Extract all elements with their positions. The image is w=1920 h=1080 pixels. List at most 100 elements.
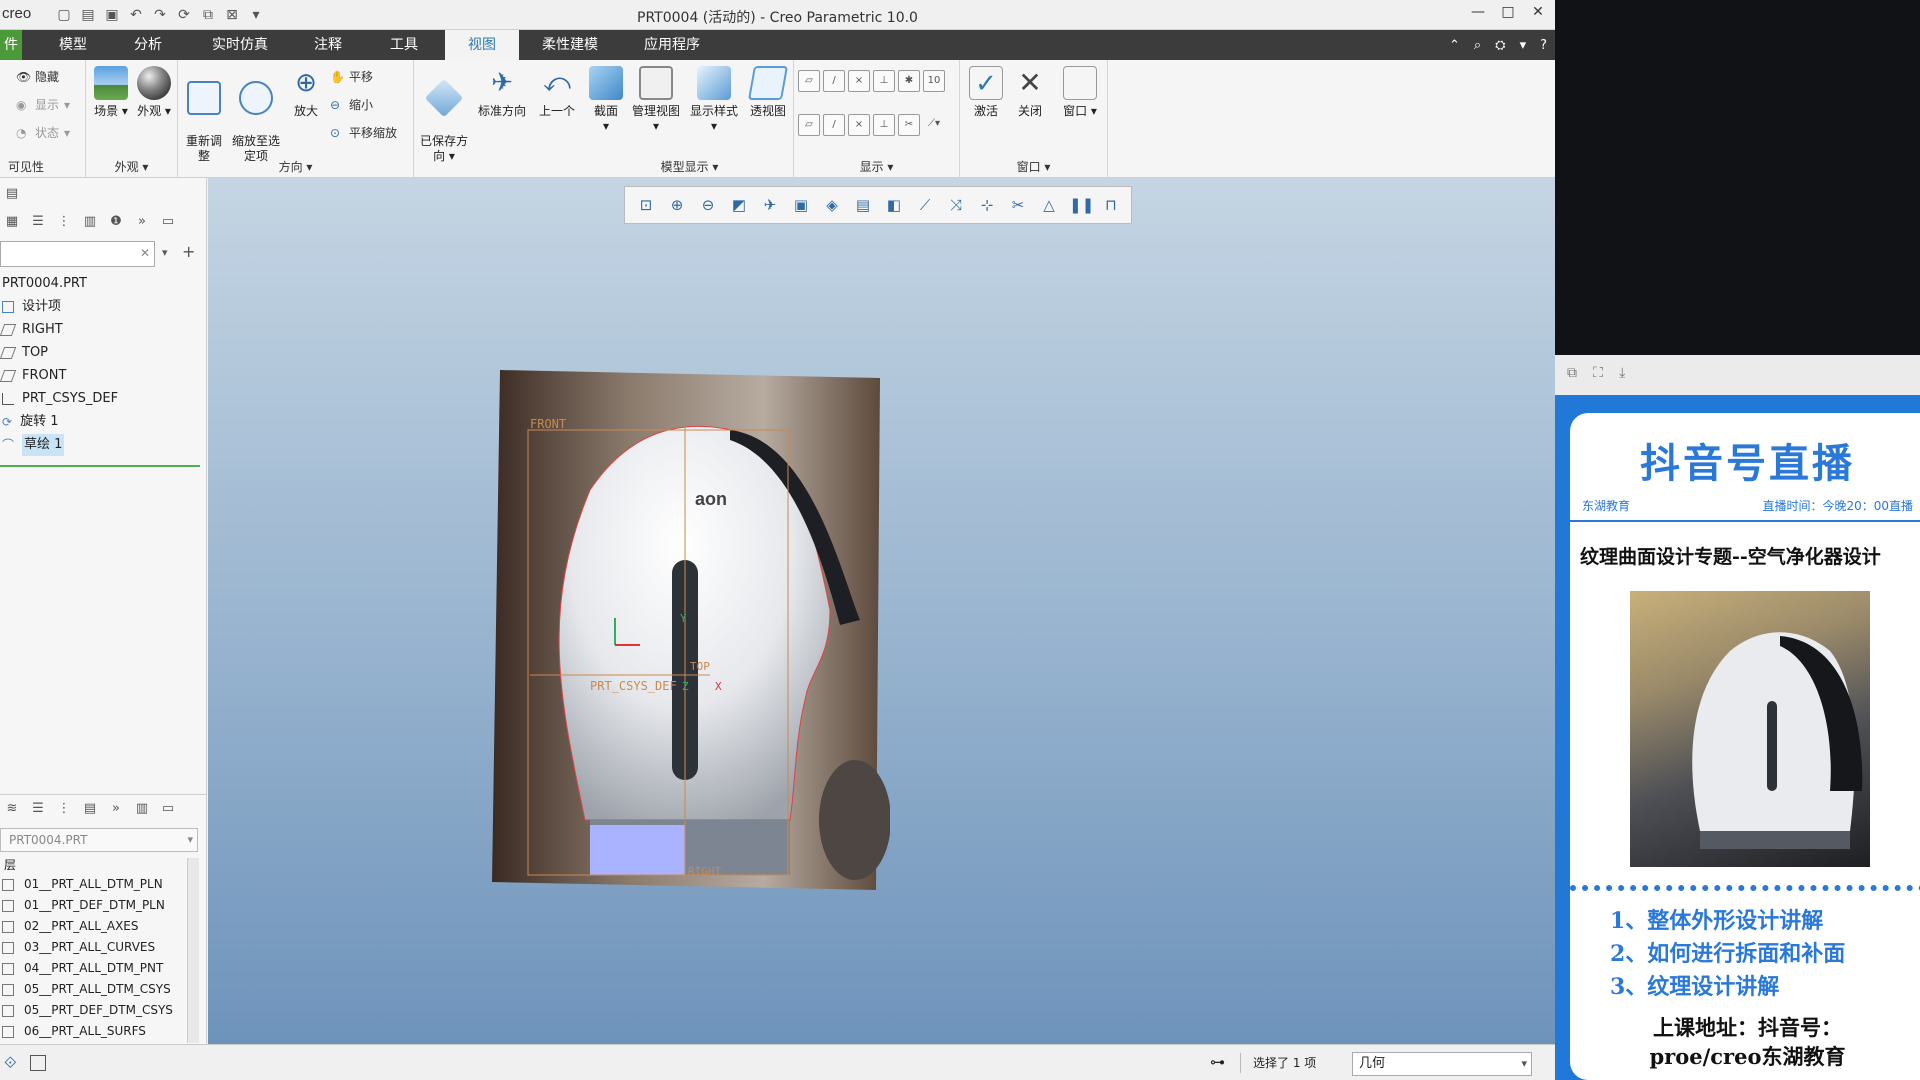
tab-annotate[interactable]: 注释 (300, 30, 356, 60)
layer-tab-icon[interactable]: ≋ (4, 801, 20, 817)
zoom-out-icon[interactable]: ⊖ (697, 194, 719, 216)
curve-display-icon[interactable]: ⟋▾ (923, 114, 945, 136)
show-button[interactable]: ◉ 显示 ▾ (16, 96, 70, 113)
close-window-button[interactable]: ✕ 关闭 (1010, 66, 1050, 119)
repaint-icon[interactable]: ◩ (728, 194, 750, 216)
tree-item-design-items[interactable]: 设计项 (0, 296, 61, 318)
orientation-indicator-icon[interactable]: ✂ (898, 114, 920, 136)
layer-item[interactable]: 02__PRT_ALL_AXES (0, 916, 139, 937)
layer-item[interactable]: 01__PRT_DEF_DTM_PLN (0, 895, 165, 916)
pan-button[interactable]: ✋ 平移 (330, 68, 373, 85)
undo-icon[interactable]: ↶ (127, 6, 145, 24)
more-icon[interactable]: » (108, 801, 124, 817)
tree-filter-icon[interactable]: ▥ (82, 214, 98, 230)
appearance-button[interactable]: 外观 ▾ (134, 66, 174, 119)
zoom-out-button[interactable]: ⊖ 缩小 (330, 96, 373, 113)
close-window-icon[interactable]: ⊠ (223, 6, 241, 24)
settings-icon[interactable]: ⛭ (1495, 38, 1505, 53)
search-icon[interactable]: ⌕ (1474, 38, 1481, 53)
csys-display-icon[interactable]: ⊥ (873, 70, 895, 92)
perspective-button[interactable]: 透视图 (744, 66, 792, 119)
zoom-in-button[interactable]: ⊕ 放大 (286, 66, 326, 119)
status-button[interactable]: ◔ 状态 ▾ (16, 124, 70, 141)
folder-icon[interactable]: ▤ (4, 186, 20, 202)
refit-icon[interactable]: ⊡ (635, 194, 657, 216)
new-file-icon[interactable]: ▢ (55, 6, 73, 24)
regenerate-icon[interactable]: ⟳ (175, 6, 193, 24)
spin-center-icon[interactable]: ✱ (898, 70, 920, 92)
axis-tag-icon[interactable]: / (823, 114, 845, 136)
point-tag-icon[interactable]: × (848, 114, 870, 136)
tab-tools[interactable]: 工具 (376, 30, 432, 60)
tab-flexible-modeling[interactable]: 柔性建模 (530, 30, 610, 60)
save-icon[interactable]: ▣ (103, 6, 121, 24)
point-display-icon[interactable]: × (848, 70, 870, 92)
refit-button[interactable]: 重新调 整 (182, 66, 226, 164)
layer-item[interactable]: 05__PRT_DEF_DTM_CSYS (0, 1000, 173, 1021)
axis-display-icon[interactable]: / (823, 70, 845, 92)
selection-filter-select[interactable]: 几何 (1352, 1052, 1532, 1076)
minimize-icon[interactable]: — (1471, 4, 1485, 20)
previous-orientation-button[interactable]: ⤺ 上一个 (532, 66, 582, 119)
tab-model[interactable]: 模型 (45, 30, 101, 60)
switch-window-icon[interactable]: ⧉ (199, 6, 217, 24)
tree-item-front[interactable]: FRONT (0, 365, 66, 387)
dropdown-icon[interactable]: ▾ (1520, 38, 1527, 53)
tree-item-right[interactable]: RIGHT (0, 319, 63, 341)
model-render[interactable]: FRONT PRT_CSYS_DEF TOP X Z Y RIGHT aon (490, 370, 890, 890)
tree-item-sketch[interactable]: ⌒ 草绘 1 (0, 434, 65, 456)
view-manager-icon[interactable]: ▤ (852, 194, 874, 216)
help-icon[interactable]: ? (1540, 38, 1547, 53)
plane-display-icon[interactable]: ▱ (798, 70, 820, 92)
zoom-to-selected-button[interactable]: 缩放至选 定项 (228, 66, 284, 164)
layer-show-icon[interactable]: ▤ (82, 801, 98, 817)
simulation-icon[interactable]: △ (1038, 194, 1060, 216)
datum-display-icon[interactable]: ⟋ (914, 194, 936, 216)
clear-search-icon[interactable]: ✕ (140, 246, 150, 260)
hide-button[interactable]: 👁 隐藏 (16, 68, 59, 85)
layer-item[interactable]: 01__PRT_ALL_DTM_PLN (0, 874, 163, 895)
window-dropdown-button[interactable]: 窗口 ▾ (1056, 66, 1104, 119)
standard-orientation-button[interactable]: ✈ 标准方向 (474, 66, 530, 119)
more-icon[interactable]: » (134, 214, 150, 230)
layer-model-select[interactable]: PRT0004.PRT ▾ (0, 828, 198, 852)
add-column-icon[interactable]: + (182, 242, 195, 261)
layer-scrollbar[interactable] (187, 858, 199, 1043)
annotation-display-icon[interactable]: ⤨ (945, 194, 967, 216)
section-button[interactable]: 截面 ▾ (586, 66, 626, 134)
message-log-icon[interactable]: ⟐ (4, 1053, 17, 1073)
binoculars-icon[interactable]: ⊶ (1210, 1053, 1225, 1071)
customize-dropdown-icon[interactable]: ▾ (247, 6, 265, 24)
layer-props-icon[interactable]: ▥ (134, 801, 150, 817)
tab-live-simulation[interactable]: 实时仿真 (200, 30, 280, 60)
fullscreen-icon[interactable]: ⛶ (1593, 365, 1603, 381)
pan-zoom-button[interactable]: ⊙ 平移缩放 (330, 124, 397, 141)
perspective-icon[interactable]: ◧ (883, 194, 905, 216)
tree-root[interactable]: PRT0004.PRT (0, 273, 87, 295)
saved-views-icon[interactable]: ▣ (790, 194, 812, 216)
csys-tag-icon[interactable]: ⊥ (873, 114, 895, 136)
display-style-icon[interactable]: ◈ (821, 194, 843, 216)
tab-applications[interactable]: 应用程序 (632, 30, 712, 60)
open-file-icon[interactable]: ▤ (79, 6, 97, 24)
pause-icon[interactable]: ❚❚ (1069, 194, 1094, 216)
collapse-ribbon-icon[interactable]: ⌃ (1449, 38, 1460, 53)
close-icon[interactable]: ✕ (1531, 4, 1545, 20)
search-dropdown-icon[interactable]: ▾ (162, 246, 168, 259)
tree-item-csys[interactable]: PRT_CSYS_DEF (0, 388, 118, 410)
csys-display-icon[interactable]: ✂ (1007, 194, 1029, 216)
model-tree-tab-icon[interactable]: ▦ (4, 214, 20, 230)
activate-button[interactable]: ✓ 激活 (966, 66, 1006, 119)
layer-item[interactable]: 03__PRT_ALL_CURVES (0, 937, 155, 958)
graphics-viewport[interactable]: ⊡ ⊕ ⊖ ◩ ✈ ▣ ◈ ▤ ◧ ⟋ ⤨ ⊹ ✂ △ ❚❚ ⊓ FRONT P… (208, 178, 1555, 1044)
zoom-in-icon[interactable]: ⊕ (666, 194, 688, 216)
insert-here-line[interactable] (0, 465, 200, 467)
tree-show-icon[interactable]: ❶ (108, 214, 124, 230)
tree-settings-icon[interactable]: ☰ (30, 214, 46, 230)
layer-item[interactable]: 06__PRT_ALL_SURFS (0, 1021, 146, 1042)
download-icon[interactable]: ⤓ (1619, 365, 1625, 381)
maximize-icon[interactable]: □ (1501, 4, 1515, 20)
display-style-button[interactable]: 显示样式 ▾ (686, 66, 742, 134)
layer-item[interactable]: 04__PRT_ALL_DTM_PNT (0, 958, 163, 979)
layer-item[interactable]: 05__PRT_ALL_DTM_CSYS (0, 979, 171, 1000)
